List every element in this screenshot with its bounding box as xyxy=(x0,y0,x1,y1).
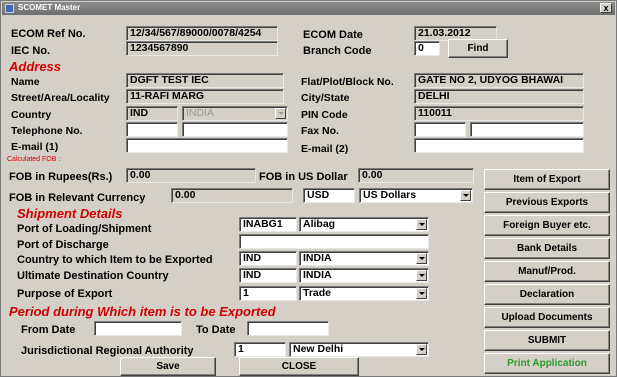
address-heading: Address xyxy=(9,59,62,74)
flat-label: Flat/Plot/Block No. xyxy=(301,76,394,88)
country-dropdown[interactable]: INDIA xyxy=(182,106,288,121)
street-field[interactable]: 11-RAFI MARG xyxy=(126,89,284,104)
country-export-code-field[interactable]: IND xyxy=(239,251,297,266)
previous-exports-button[interactable]: Previous Exports xyxy=(484,192,610,213)
ecom-date-label: ECOM Date xyxy=(303,29,363,41)
street-label: Street/Area/Locality xyxy=(11,92,110,104)
print-application-button[interactable]: Print Application xyxy=(484,353,610,374)
jra-code-field[interactable]: 1 xyxy=(234,342,286,357)
country-export-dropdown-value: INDIA xyxy=(303,252,332,264)
ecom-ref-field[interactable]: 12/34/567/89000/0078/4254 xyxy=(126,26,278,41)
ecom-ref-label: ECOM Ref No. xyxy=(11,28,86,40)
title-bar[interactable]: SCOMET Master x xyxy=(2,2,615,15)
destination-code-field[interactable]: IND xyxy=(239,268,297,283)
country-code-field[interactable]: IND xyxy=(126,106,178,121)
shipment-heading: Shipment Details xyxy=(17,206,123,221)
purpose-dropdown-value: Trade xyxy=(303,287,332,299)
branch-code-field[interactable]: 0 xyxy=(414,41,440,56)
window-title: SCOMET Master xyxy=(18,3,81,12)
to-date-field[interactable] xyxy=(247,321,329,336)
chevron-down-icon[interactable] xyxy=(460,190,471,201)
fob-rupees-field[interactable]: 0.00 xyxy=(126,168,256,183)
from-date-label: From Date xyxy=(21,324,76,336)
pin-code-label: PIN Code xyxy=(301,109,348,121)
destination-dropdown-value: INDIA xyxy=(303,269,332,281)
app-icon xyxy=(5,4,14,13)
chevron-down-icon[interactable] xyxy=(416,288,427,299)
country-label: Country xyxy=(11,109,52,121)
submit-button[interactable]: SUBMIT xyxy=(484,330,610,351)
email2-label: E-mail (2) xyxy=(301,143,349,155)
chevron-down-icon[interactable] xyxy=(416,270,427,281)
upload-documents-button[interactable]: Upload Documents xyxy=(484,307,610,328)
email2-field[interactable] xyxy=(414,138,584,153)
port-loading-dropdown[interactable]: Alibag xyxy=(299,217,429,232)
close-button[interactable]: CLOSE xyxy=(239,357,359,376)
name-field[interactable]: DGFT TEST IEC xyxy=(126,73,284,88)
chevron-down-icon[interactable] xyxy=(275,108,286,119)
fob-rupees-label: FOB in Rupees(Rs.) xyxy=(9,171,113,183)
branch-code-label: Branch Code xyxy=(303,45,372,57)
email1-field[interactable] xyxy=(126,138,288,153)
destination-country-label: Ultimate Destination Country xyxy=(17,270,169,282)
port-discharge-label: Port of Discharge xyxy=(17,239,109,251)
fob-relevant-field[interactable]: 0.00 xyxy=(171,188,293,203)
foreign-buyer-button[interactable]: Foreign Buyer etc. xyxy=(484,215,610,236)
telephone-code-field[interactable] xyxy=(126,122,178,137)
save-button[interactable]: Save xyxy=(120,357,216,376)
flat-field[interactable]: GATE NO 2, UDYOG BHAWAI xyxy=(414,73,584,88)
from-date-field[interactable] xyxy=(94,321,182,336)
find-button[interactable]: Find xyxy=(448,39,508,58)
name-label: Name xyxy=(11,76,40,88)
telephone-number-field[interactable] xyxy=(182,122,288,137)
port-discharge-field[interactable] xyxy=(239,234,429,249)
currency-code-field[interactable]: USD xyxy=(303,188,355,203)
chevron-down-icon[interactable] xyxy=(416,344,427,355)
jra-label: Jurisdictional Regional Authority xyxy=(21,345,194,357)
fax-number-field[interactable] xyxy=(470,122,584,137)
declaration-button[interactable]: Declaration xyxy=(484,284,610,305)
city-state-label: City/State xyxy=(301,92,350,104)
email1-label: E-mail (1) xyxy=(11,141,59,153)
destination-dropdown[interactable]: INDIA xyxy=(299,268,429,283)
jra-dropdown-value: New Delhi xyxy=(293,343,344,355)
country-dropdown-value: INDIA xyxy=(186,107,215,119)
chevron-down-icon[interactable] xyxy=(416,253,427,264)
purpose-label: Purpose of Export xyxy=(17,288,113,300)
fax-label: Fax No. xyxy=(301,125,339,137)
port-loading-dropdown-value: Alibag xyxy=(303,218,336,230)
period-heading: Period during Which item is to be Export… xyxy=(9,304,276,319)
fob-usd-label: FOB in US Dollar xyxy=(259,171,348,183)
manuf-prod-button[interactable]: Manuf/Prod. xyxy=(484,261,610,282)
calculated-fob-label: Calculated FOB : xyxy=(7,156,61,163)
item-of-export-button[interactable]: Item of Export xyxy=(484,169,610,190)
jra-dropdown[interactable]: New Delhi xyxy=(289,342,429,357)
country-export-dropdown[interactable]: INDIA xyxy=(299,251,429,266)
fax-code-field[interactable] xyxy=(414,122,466,137)
purpose-dropdown[interactable]: Trade xyxy=(299,286,429,301)
bank-details-button[interactable]: Bank Details xyxy=(484,238,610,259)
city-state-field[interactable]: DELHI xyxy=(414,89,584,104)
fob-relevant-label: FOB in Relevant Currency xyxy=(9,192,146,204)
to-date-label: To Date xyxy=(196,324,236,336)
currency-dropdown-value: US Dollars xyxy=(363,189,417,201)
chevron-down-icon[interactable] xyxy=(416,219,427,230)
country-export-label: Country to which Item to be Exported xyxy=(17,254,213,266)
fob-usd-field[interactable]: 0.00 xyxy=(358,168,474,183)
port-loading-label: Port of Loading/Shipment xyxy=(17,223,152,235)
close-icon[interactable]: x xyxy=(600,3,612,13)
pin-code-field[interactable]: 110011 xyxy=(414,106,584,121)
scomet-master-window: SCOMET Master x ECOM Ref No. 12/34/567/8… xyxy=(0,0,617,377)
iec-label: IEC No. xyxy=(11,45,51,57)
purpose-code-field[interactable]: 1 xyxy=(239,286,297,301)
port-loading-code-field[interactable]: INABG1 xyxy=(239,217,297,232)
currency-dropdown[interactable]: US Dollars xyxy=(359,188,473,203)
telephone-label: Telephone No. xyxy=(11,125,83,137)
iec-field[interactable]: 1234567890 xyxy=(126,41,278,56)
